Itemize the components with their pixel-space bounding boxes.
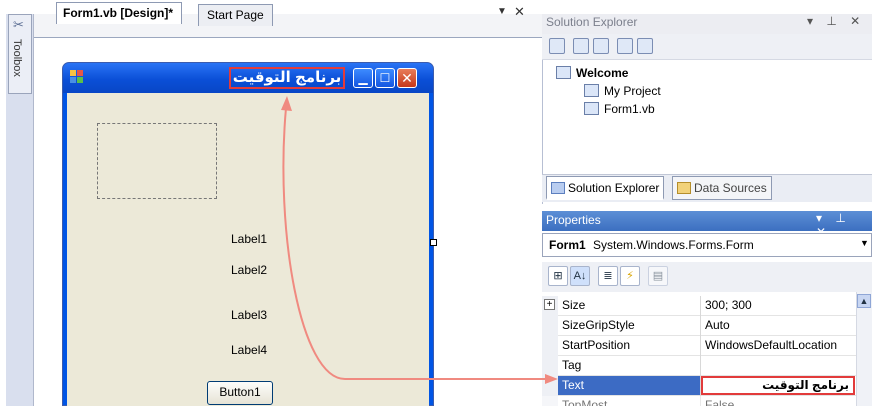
- annotation-arrow: [281, 96, 558, 384]
- tab-form1-design[interactable]: Form1.vb [Design]*: [56, 2, 183, 24]
